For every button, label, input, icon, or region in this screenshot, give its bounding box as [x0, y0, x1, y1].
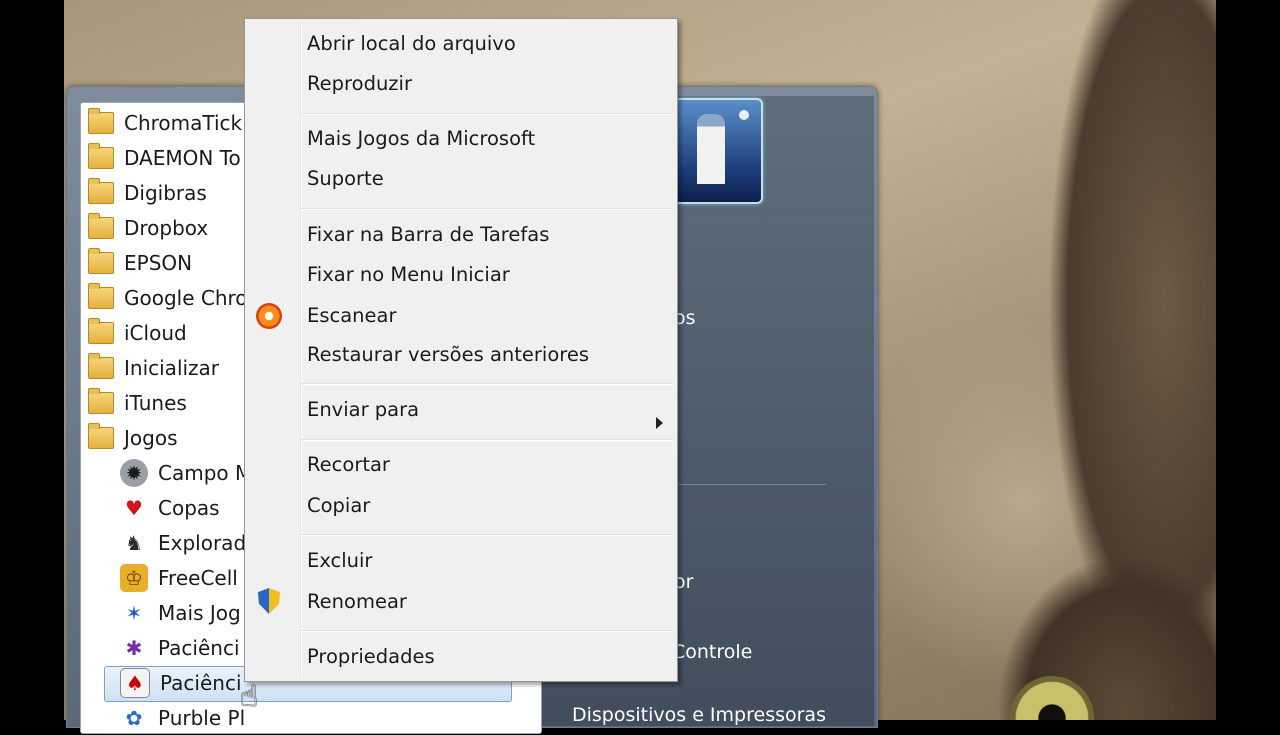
menu-separator: [301, 630, 673, 631]
folder-icon: [88, 248, 114, 274]
program-item-freecell[interactable]: ♔ FreeCell: [120, 561, 244, 595]
folder-icon: [88, 423, 114, 449]
program-folder[interactable]: Google Chro: [88, 281, 248, 315]
program-folder-label: Digibras: [124, 181, 207, 205]
program-folder-label: Google Chro: [124, 286, 248, 310]
menu-item-support[interactable]: Suporte: [307, 160, 667, 196]
menu-item-delete[interactable]: Excluir: [307, 542, 667, 578]
program-item-label: Paciênci: [160, 671, 242, 695]
menu-item-properties[interactable]: Propriedades: [307, 638, 667, 674]
program-item-spider-solitaire[interactable]: ✱ Paciênci: [120, 631, 244, 665]
program-item-label: FreeCell: [158, 566, 238, 590]
user-picture[interactable]: [673, 98, 763, 204]
minesweeper-icon: ✹: [120, 459, 148, 487]
program-item-label: Mais Jog: [158, 601, 241, 625]
menu-item-pin-to-taskbar[interactable]: Fixar na Barra de Tarefas: [307, 216, 667, 252]
program-folder-label: Dropbox: [124, 216, 209, 240]
folder-icon: [88, 178, 114, 204]
program-item-more-games[interactable]: ✶ Mais Jog: [120, 596, 244, 630]
more-games-icon: ✶: [125, 601, 143, 625]
chess-icon: ♞: [125, 531, 143, 555]
menu-separator: [301, 113, 673, 114]
solitaire-icon: ♠: [120, 668, 150, 698]
program-folder[interactable]: DAEMON To: [88, 141, 248, 175]
program-item-label: Campo M: [158, 461, 253, 485]
menu-item-copy[interactable]: Copiar: [307, 487, 667, 523]
letterbox-right: [1216, 0, 1280, 720]
program-item-hearts[interactable]: ♥ Copas: [120, 491, 244, 525]
program-folder-label: Inicializar: [124, 356, 220, 380]
program-folder-label: EPSON: [124, 251, 193, 275]
folder-icon: [88, 353, 114, 379]
program-item-label: Paciênci: [158, 636, 240, 660]
menu-separator: [301, 208, 673, 209]
program-folder[interactable]: Inicializar: [88, 351, 248, 385]
folder-icon: [88, 213, 114, 239]
moon-image: [739, 110, 749, 120]
folder-icon: [88, 143, 114, 169]
program-folder[interactable]: iCloud: [88, 316, 248, 350]
owl-eye-image: [1010, 676, 1094, 720]
program-folder-label: ChromaTick: [124, 111, 243, 135]
spider-solitaire-icon: ✱: [125, 636, 143, 660]
program-item-solitaire[interactable]: ♠ Paciênci: [120, 666, 244, 700]
menu-item-cut[interactable]: Recortar: [307, 446, 667, 482]
folder-icon: [88, 318, 114, 344]
context-menu-gutter: [300, 21, 301, 677]
right-pane-separator: [676, 484, 826, 485]
program-item-minesweeper[interactable]: ✹ Campo M: [120, 456, 252, 490]
menu-separator: [301, 383, 673, 384]
folder-icon: [88, 388, 114, 414]
folder-icon: [88, 108, 114, 134]
right-item-control-panel[interactable]: Controle: [672, 641, 752, 663]
right-item-devices-printers[interactable]: Dispositivos e Impressoras: [572, 704, 826, 726]
menu-item-rename[interactable]: Renomear: [307, 583, 667, 619]
scan-icon: [255, 302, 283, 330]
hearts-icon: ♥: [125, 496, 143, 520]
program-folder[interactable]: Digibras: [88, 176, 248, 210]
menu-item-pin-to-start-menu[interactable]: Fixar no Menu Iniciar: [307, 256, 667, 292]
menu-separator: [301, 439, 673, 440]
hand-cursor-icon: ☝: [240, 679, 259, 714]
program-folder-label: iTunes: [124, 391, 187, 415]
program-folder-label: DAEMON To: [124, 146, 241, 170]
program-folder-label: iCloud: [124, 321, 187, 345]
program-folder[interactable]: EPSON: [88, 246, 248, 280]
menu-item-more-microsoft-games[interactable]: Mais Jogos da Microsoft: [307, 120, 667, 156]
context-menu: Abrir local do arquivo Reproduzir Mais J…: [244, 18, 678, 682]
menu-item-play[interactable]: Reproduzir: [307, 65, 667, 101]
program-item-label: Explorad: [158, 531, 247, 555]
program-folder[interactable]: Dropbox: [88, 211, 248, 245]
lighthouse-image: [697, 114, 725, 184]
purble-place-icon: ✿: [125, 706, 143, 730]
freecell-icon: ♔: [120, 564, 148, 592]
submenu-arrow-icon: [656, 417, 663, 429]
menu-item-scan[interactable]: Escanear: [307, 297, 667, 333]
program-folder[interactable]: Jogos: [88, 421, 248, 455]
letterbox-left: [0, 0, 64, 720]
shield-icon: [255, 587, 283, 615]
program-item-label: Purble Pl: [158, 706, 246, 730]
program-item-label: Copas: [158, 496, 220, 520]
program-folder-label: Jogos: [124, 426, 178, 450]
folder-icon: [88, 283, 114, 309]
menu-separator: [301, 534, 673, 535]
program-folder[interactable]: iTunes: [88, 386, 248, 420]
program-item-chess[interactable]: ♞ Explorad: [120, 526, 247, 560]
menu-item-send-to[interactable]: Enviar para: [307, 391, 667, 427]
program-folder[interactable]: ChromaTick: [88, 106, 248, 140]
menu-item-restore-previous-versions[interactable]: Restaurar versões anteriores: [307, 336, 667, 372]
menu-item-open-file-location[interactable]: Abrir local do arquivo: [307, 25, 667, 61]
